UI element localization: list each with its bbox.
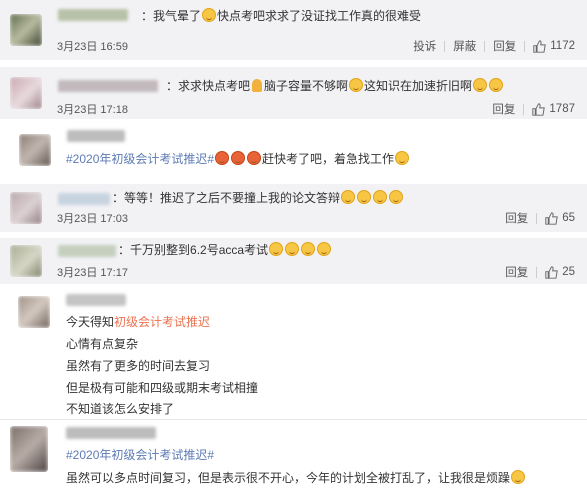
keyword-link[interactable]: 初级会计考试推迟 <box>114 315 210 329</box>
comment-text: ：我气晕了 快点考吧求求了没证找工作真的很难受 <box>141 8 422 23</box>
crying-emoji-icon <box>389 190 404 204</box>
like-button[interactable]: 1172 <box>533 39 575 53</box>
block-link[interactable]: 屏蔽 <box>453 38 476 54</box>
comment-card: ：我气晕了 快点考吧求求了没证找工作真的很难受 3月23日 16:59 投诉 屏蔽… <box>0 0 587 60</box>
comment-card: #2020年初级会计考试推迟# 虽然可以多点时间复习，但是表示很不开心，今年的计… <box>0 420 587 499</box>
angry-emoji-icon <box>231 151 246 165</box>
divider <box>524 40 526 52</box>
comment-text: ：千万别整到6.2号acca考试 <box>118 242 332 258</box>
avatar[interactable] <box>10 14 42 46</box>
timestamp: 3月23日 17:18 <box>57 104 128 116</box>
comment-text-line: 今天得知初级会计考试推迟 <box>66 315 211 329</box>
crying-laughing-emoji-icon <box>269 242 284 256</box>
crying-laughing-emoji-icon <box>489 78 504 92</box>
praying-hands-emoji-icon <box>252 79 263 92</box>
comment-card: #2020年初级会计考试推迟# 赶快考了吧，着急找工作 <box>0 122 587 180</box>
like-count: 1172 <box>550 40 575 52</box>
like-button[interactable]: 25 <box>545 265 575 279</box>
reply-link[interactable]: 回复 <box>505 264 528 280</box>
comment-text-line: 不知道该怎么安排了 <box>66 402 175 416</box>
thumbs-up-icon <box>533 39 547 53</box>
comment-topic: #2020年初级会计考试推迟# <box>66 447 214 463</box>
avatar[interactable] <box>10 426 48 472</box>
avatar[interactable] <box>10 192 42 224</box>
reply-link[interactable]: 回复 <box>492 101 515 117</box>
username-blurred[interactable] <box>58 80 158 92</box>
comment-text: 虽然可以多点时间复习，但是表示很不开心，今年的计划全被打乱了，让我很是烦躁 <box>66 470 526 486</box>
like-count: 1787 <box>549 103 575 115</box>
angry-emoji-icon <box>215 151 230 165</box>
comment-text-line: 虽然有了更多的时间去复习 <box>66 359 211 373</box>
divider <box>523 103 525 115</box>
avatar[interactable] <box>18 296 50 328</box>
crying-laughing-emoji-icon <box>473 78 488 92</box>
thumbs-up-icon <box>545 211 558 225</box>
comment-card: ：求求快点考吧 脑子容量不够啊 这知识在加速折旧啊 3月23日 17:18 回复 1… <box>0 67 587 119</box>
crying-emoji-icon <box>341 190 356 204</box>
comment-text: #2020年初级会计考试推迟# 赶快考了吧，着急找工作 <box>66 151 410 167</box>
divider <box>536 266 538 278</box>
crying-laughing-emoji-icon <box>395 151 410 165</box>
like-button[interactable]: 65 <box>545 211 575 225</box>
username-blurred[interactable] <box>66 294 126 306</box>
report-link[interactable]: 投诉 <box>413 38 436 54</box>
username-blurred[interactable] <box>58 9 128 21</box>
avatar[interactable] <box>10 245 42 277</box>
avatar[interactable] <box>19 134 51 166</box>
comment-actions: 投诉 屏蔽 回复 1172 <box>413 38 575 54</box>
comment-text-line: 但是极有可能和四级或期末考试相撞 <box>66 381 259 395</box>
crying-laughing-emoji-icon <box>317 242 332 256</box>
like-count: 25 <box>562 266 575 278</box>
like-count: 65 <box>562 212 575 224</box>
timestamp: 3月23日 17:03 <box>57 213 128 225</box>
comment-card: ：等等！推迟了之后不要撞上我的论文答辩 3月23日 17:03 回复 65 <box>0 184 587 232</box>
reply-link[interactable]: 回复 <box>505 210 528 226</box>
divider <box>484 40 486 52</box>
comment-text: ：求求快点考吧 脑子容量不够啊 这知识在加速折旧啊 <box>166 78 504 94</box>
comment-actions: 回复 65 <box>505 210 575 226</box>
thumbs-up-icon <box>545 265 558 279</box>
crying-laughing-emoji-icon <box>301 242 316 256</box>
divider <box>536 212 538 224</box>
comment-text: ：等等！推迟了之后不要撞上我的论文答辩 <box>112 190 404 206</box>
angry-emoji-icon <box>247 151 262 165</box>
comment-actions: 回复 25 <box>505 264 575 280</box>
crying-laughing-emoji-icon <box>202 8 217 22</box>
comment-text-line: 心情有点复杂 <box>66 337 139 351</box>
topic-link[interactable]: #2020年初级会计考试推迟# <box>66 152 214 166</box>
avatar[interactable] <box>10 77 42 109</box>
reply-link[interactable]: 回复 <box>493 38 516 54</box>
crying-emoji-icon <box>511 470 526 484</box>
like-button[interactable]: 1787 <box>532 102 575 116</box>
crying-laughing-emoji-icon <box>349 78 364 92</box>
crying-laughing-emoji-icon <box>285 242 300 256</box>
username-blurred[interactable] <box>58 193 110 205</box>
comment-actions: 回复 1787 <box>492 101 575 117</box>
crying-emoji-icon <box>373 190 388 204</box>
topic-link[interactable]: #2020年初级会计考试推迟# <box>66 448 214 462</box>
thumbs-up-icon <box>532 102 546 116</box>
crying-emoji-icon <box>357 190 372 204</box>
timestamp: 3月23日 16:59 <box>57 41 128 53</box>
username-blurred[interactable] <box>67 130 125 142</box>
divider <box>444 40 446 52</box>
username-blurred[interactable] <box>66 427 156 439</box>
comment-card: ：千万别整到6.2号acca考试 3月23日 17:17 回复 25 <box>0 238 587 284</box>
username-blurred[interactable] <box>58 245 116 257</box>
timestamp: 3月23日 17:17 <box>57 267 128 279</box>
comment-card: 今天得知初级会计考试推迟 心情有点复杂 虽然有了更多的时间去复习 但是极有可能和… <box>0 288 587 418</box>
